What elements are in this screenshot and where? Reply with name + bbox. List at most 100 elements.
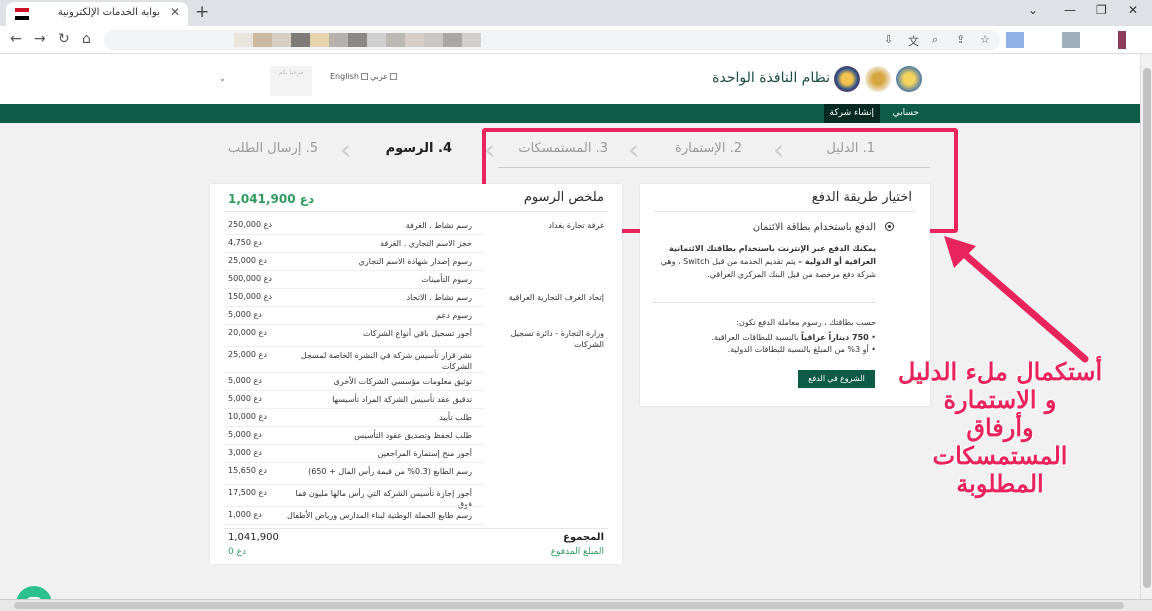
nav-create-company[interactable]: إنشاء شركة (823, 104, 880, 123)
scrollbar-thumb[interactable] (14, 602, 1124, 609)
fee-description: أجور تسجيل باقي أنواع الشركات (362, 329, 472, 338)
user-welcome: مرحبا بكم (270, 66, 312, 96)
start-payment-button[interactable]: الشروع في الدفع (798, 370, 875, 388)
blurred-url (234, 33, 481, 47)
lang-english-label: English (330, 72, 359, 81)
fee-description: رسوم إصدار شهادة الاسم التجاري (358, 257, 472, 266)
divider (224, 408, 484, 409)
fee-amount: 5,000 دع (228, 376, 262, 385)
fee-description: رسم طابع الحملة الوطنية لبناء المدارس ور… (287, 511, 472, 520)
chevron-left-icon: ‹ (340, 133, 352, 166)
annotation-line-4: المطلوبة (956, 469, 1044, 498)
ministry-logo-icon (865, 66, 891, 92)
fee-amount: 4,750 دع (228, 238, 262, 247)
divider (224, 211, 608, 212)
window-close-icon[interactable]: ✕ (1128, 3, 1138, 17)
share-icon[interactable]: ⇪ (956, 33, 965, 46)
payment-fee-intro: حسب بطاقتك ، رسوم معاملة الدفع تكون: (736, 318, 876, 327)
minimize-icon[interactable]: — (1064, 3, 1076, 17)
forward-icon[interactable]: → (34, 31, 46, 47)
browser-tab[interactable]: بوابة الخدمات الإلكترونية ✕ (6, 2, 188, 26)
divider (224, 524, 484, 525)
fee-description: نشر قرار تأسيس شركة في النشرة الخاصة لمس… (300, 351, 472, 371)
fee-amount: 5,000 دع (228, 394, 262, 403)
lang-arabic[interactable]: عربي (370, 72, 399, 81)
tab-title: بوابة الخدمات الإلكترونية (57, 7, 160, 18)
divider (224, 462, 484, 463)
reload-icon[interactable]: ↻ (58, 31, 70, 47)
fee-description: رسم الطابع (0.3% من قيمة رأس المال + 650… (308, 467, 472, 476)
annotation-line-1: أستكمال ملء الدليل (897, 357, 1103, 386)
divider (224, 288, 484, 289)
nav-my-account[interactable]: حسابي (887, 104, 925, 123)
new-tab-button[interactable]: + (195, 2, 209, 22)
annotation-line-2: و الاستمارة (943, 385, 1057, 414)
fee-description: حجز الاسم التجاري . الغرفة (380, 239, 472, 248)
fee-description: رسوم دعم (436, 311, 472, 320)
fee-description: تدقيق عقد تأسيس الشركة المراد تأسيسها (332, 395, 472, 404)
vertical-scrollbar[interactable] (1140, 54, 1152, 599)
divider (224, 324, 484, 325)
fee-description: توثيق معلومات مؤسسي الشركات الأخرى (333, 377, 472, 386)
browser-toolbar: ← → ↻ ⌂ ⇩ 文 ⌕ ⇪ ☆ (0, 26, 1152, 54)
divider (224, 270, 484, 271)
annotation-text: أستكمال ملء الدليل و الاستمارة وأرفاق ال… (895, 358, 1105, 498)
divider (224, 252, 484, 253)
fee-description: طلب لحفظ وتصديق عقود التأسيس (354, 431, 472, 440)
fee-description: أجور منح إستمارة المراجعين (377, 449, 472, 458)
tab-close-icon[interactable]: ✕ (170, 5, 180, 19)
list-item: 750 ديناراً عراقياً بالنسبة للبطاقات الع… (650, 332, 876, 344)
divider (224, 426, 484, 427)
fee-amount: 250,000 دع (228, 220, 272, 229)
credit-card-option-label: الدفع باستخدام بطاقة الائتمان (752, 222, 876, 233)
fee-summary-card: ملخص الرسوم 1,041,900 دع 250,000 دع رسم ن… (210, 184, 622, 564)
annotation-line-3: وأرفاق المستمسكات (932, 413, 1068, 470)
fee-amount: 3,000 دع (228, 448, 262, 457)
sum-label: المجموع (563, 532, 604, 543)
fee-amount: 5,000 دع (228, 310, 262, 319)
fee-group: وزارة التجارة - دائرة تسجيل الشركات (510, 329, 604, 349)
chevron-down-icon[interactable]: ⌄ (219, 74, 226, 83)
extension-icon[interactable] (1006, 32, 1024, 48)
divider (224, 372, 484, 373)
divider (224, 506, 484, 507)
zoom-icon[interactable]: ⌕ (932, 33, 938, 47)
fee-description: رسم نشاط . الغرفة (405, 221, 472, 230)
credit-card-radio[interactable] (885, 222, 894, 231)
divider (224, 528, 608, 529)
profile-icon[interactable] (1062, 32, 1080, 48)
paid-label: المبلغ المدفوع (550, 547, 604, 557)
horizontal-scrollbar[interactable] (0, 599, 1152, 611)
address-bar[interactable]: ⇩ 文 ⌕ ⇪ ☆ (104, 30, 1000, 50)
divider (224, 306, 484, 307)
main-navbar: حسابي إنشاء شركة (0, 104, 1140, 123)
tab-search-icon[interactable]: ⌄ (1028, 3, 1038, 17)
menu-icon[interactable] (1118, 31, 1126, 49)
divider (654, 211, 916, 212)
bullet1-rest: بالنسبة للبطاقات العراقية. (711, 333, 802, 342)
iraq-emblem-icon (896, 66, 922, 92)
browser-tabbar: بوابة الخدمات الإلكترونية ✕ + ⌄ — ❐ ✕ (0, 0, 1152, 26)
home-icon[interactable]: ⌂ (82, 31, 91, 47)
divider (652, 302, 876, 303)
scrollbar-thumb[interactable] (1143, 68, 1151, 588)
fee-total-header: 1,041,900 دع (228, 192, 315, 206)
fee-description: رسم نشاط . الاتحاد (406, 293, 472, 302)
fee-amount: 25,000 دع (228, 256, 267, 265)
step-fees[interactable]: 4. الرسوم (386, 141, 452, 156)
list-item: أو 3% من المبلغ بالنسبة للبطاقات الدولية… (650, 344, 876, 356)
translate-icon[interactable]: 文 (908, 33, 919, 49)
checkbox-icon (390, 73, 398, 80)
step-submit[interactable]: 5. إرسال الطلب (228, 141, 318, 156)
bookmark-star-icon[interactable]: ☆ (980, 33, 990, 46)
back-icon[interactable]: ← (10, 31, 22, 47)
chamber-logo-icon (834, 66, 860, 92)
fee-amount: 150,000 دع (228, 292, 272, 301)
fee-amount: 1,000 دع (228, 510, 262, 519)
maximize-icon[interactable]: ❐ (1096, 3, 1107, 17)
lang-english[interactable]: English (330, 72, 370, 81)
install-icon[interactable]: ⇩ (884, 33, 893, 46)
payment-method-card: اختيار طريقة الدفع الدفع باستخدام بطاقة … (640, 184, 930, 406)
divider (224, 484, 484, 485)
fee-group: غرفة تجارة بغداد (548, 221, 604, 230)
